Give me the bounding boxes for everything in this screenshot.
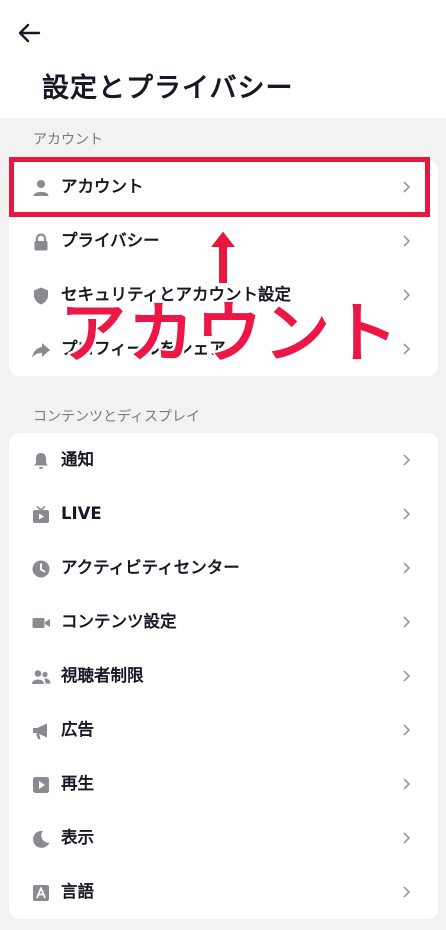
highlight-box — [9, 157, 430, 217]
settings-item-label: 通知 — [61, 450, 94, 469]
settings-item-activity-center[interactable]: アクティビティセンター — [9, 541, 438, 595]
settings-item-notifications[interactable]: 通知 — [9, 433, 438, 487]
moon-icon — [33, 830, 50, 848]
chevron-right-icon — [403, 832, 411, 844]
settings-item-label: アクティビティセンター — [61, 558, 240, 577]
settings-item-label: 広告 — [61, 720, 94, 739]
shield-icon — [34, 287, 48, 305]
settings-item-audience-restrictions[interactable]: 視聴者制限 — [9, 649, 438, 703]
chevron-right-icon — [403, 562, 411, 574]
annotation-label: アカウント — [59, 294, 400, 374]
chevron-right-icon — [403, 289, 411, 301]
bell-icon — [34, 453, 48, 469]
chevron-right-icon — [403, 616, 411, 628]
lock-icon — [34, 233, 48, 251]
chevron-right-icon — [403, 454, 411, 466]
clock-icon — [32, 560, 50, 578]
live-tv-icon — [33, 505, 49, 523]
play-icon — [33, 777, 49, 793]
share-icon — [32, 343, 50, 358]
section-header-content-display: コンテンツとディスプレイ — [33, 409, 201, 425]
chevron-right-icon — [403, 886, 411, 898]
chevron-right-icon — [403, 343, 411, 355]
header-bar: 設定とプライバシー — [0, 0, 446, 118]
megaphone-icon — [33, 723, 47, 739]
settings-item-language[interactable]: 言語 — [9, 865, 438, 919]
settings-item-label: 表示 — [61, 828, 94, 847]
video-camera-icon — [32, 618, 50, 628]
settings-item-playback[interactable]: 再生 — [9, 757, 438, 811]
settings-item-ads[interactable]: 広告 — [9, 703, 438, 757]
settings-item-label: プライバシー — [61, 231, 160, 250]
settings-item-live[interactable]: LIVE — [9, 487, 438, 541]
settings-item-label: 言語 — [61, 882, 94, 901]
section-header-account: アカウント — [33, 132, 103, 148]
settings-item-label: LIVE — [61, 504, 102, 523]
language-icon — [33, 885, 49, 901]
page-title: 設定とプライバシー — [42, 73, 294, 104]
settings-item-label: コンテンツ設定 — [61, 612, 177, 631]
settings-item-label: 視聴者制限 — [61, 666, 144, 685]
content-display-card: 通知 LIVE アクティビティセンター コンテンツ設定 視聴者制限 広告 再生 … — [9, 433, 438, 919]
settings-item-label: 再生 — [61, 774, 94, 793]
chevron-right-icon — [403, 508, 411, 520]
chevron-right-icon — [403, 778, 411, 790]
settings-item-display[interactable]: 表示 — [9, 811, 438, 865]
chevron-right-icon — [403, 235, 411, 247]
up-arrow-annotation-icon — [208, 229, 238, 285]
settings-item-content-settings[interactable]: コンテンツ設定 — [9, 595, 438, 649]
back-arrow-icon[interactable] — [14, 18, 44, 48]
people-icon — [32, 670, 51, 684]
chevron-right-icon — [403, 670, 411, 682]
chevron-right-icon — [403, 724, 411, 736]
